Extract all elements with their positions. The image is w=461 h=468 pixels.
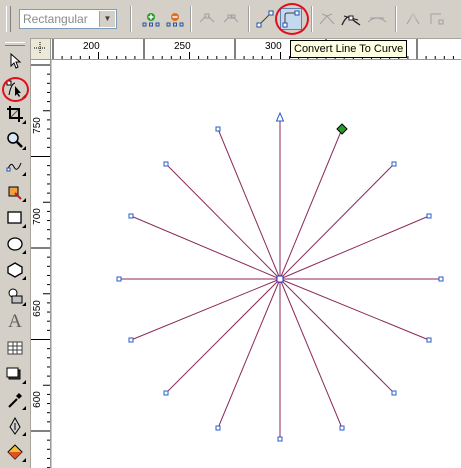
polygon-tool[interactable] — [4, 259, 26, 281]
ruler-label: 700 — [31, 208, 43, 225]
node-handle[interactable] — [163, 161, 169, 167]
basic-shapes-tool[interactable] — [4, 285, 26, 307]
star-line[interactable] — [279, 278, 395, 394]
make-node-symmetrical-button[interactable] — [366, 8, 388, 30]
node-handle[interactable] — [116, 276, 122, 282]
node-handle[interactable] — [438, 276, 444, 282]
center-node[interactable] — [276, 275, 284, 283]
rectangle-tool[interactable] — [4, 207, 26, 229]
star-line[interactable] — [279, 163, 395, 280]
pick-tool[interactable] — [4, 50, 26, 72]
eyedropper-tool[interactable] — [4, 389, 26, 411]
node-handle[interactable] — [426, 213, 432, 219]
node-handle[interactable] — [128, 213, 134, 219]
node-handle[interactable] — [391, 390, 397, 396]
reverse-direction-icon — [406, 12, 420, 25]
toolbar-grip[interactable] — [6, 6, 11, 32]
ruler-label: 750 — [31, 117, 43, 134]
arrow-pointer-icon — [10, 53, 22, 69]
add-node-icon — [142, 13, 160, 27]
crop-tool[interactable] — [4, 103, 26, 125]
ruler-corner[interactable] — [31, 39, 51, 60]
zoom-tool[interactable] — [4, 129, 26, 151]
ruler-label: 600 — [31, 391, 43, 408]
outline-tool[interactable] — [4, 415, 26, 437]
curve-icon — [282, 10, 300, 28]
cusp-icon — [319, 13, 335, 25]
toolbar-separator — [190, 6, 192, 32]
star-line[interactable] — [165, 278, 281, 394]
ruler-label: 250 — [174, 41, 191, 52]
shape-tool[interactable] — [4, 77, 26, 99]
chevron-down-icon[interactable]: ▼ — [99, 11, 115, 27]
text-icon: A — [8, 311, 22, 332]
node-handle[interactable] — [277, 436, 283, 442]
join-nodes-icon — [199, 13, 215, 23]
ruler-origin-icon — [34, 42, 46, 54]
toolbox-grip[interactable] — [5, 42, 25, 46]
star-line[interactable] — [279, 278, 343, 429]
toolbar-separator — [395, 6, 397, 32]
join-nodes-button[interactable] — [196, 8, 218, 30]
break-curve-icon — [223, 14, 239, 23]
node-handle[interactable] — [339, 425, 345, 431]
delete-node-icon — [166, 13, 184, 27]
toolbox: A — [0, 38, 31, 468]
node-handle[interactable] — [163, 390, 169, 396]
shape-mode-select[interactable]: Rectangular ▼ — [19, 9, 117, 29]
ellipse-tool[interactable] — [4, 233, 26, 255]
star-line[interactable] — [217, 278, 281, 429]
break-curve-button[interactable] — [220, 8, 242, 30]
toolbar-separator — [311, 6, 313, 32]
make-node-cusp-button[interactable] — [316, 8, 338, 30]
property-bar: Rectangular ▼ — [0, 0, 461, 39]
star-line[interactable] — [279, 278, 430, 341]
vertical-ruler[interactable]: 750 700 650 600 — [31, 60, 51, 468]
text-tool[interactable]: A — [4, 311, 26, 333]
convert-line-to-curve-button[interactable] — [280, 8, 302, 30]
smart-fill-tool[interactable] — [4, 181, 26, 203]
ruler-label: 650 — [31, 300, 43, 317]
table-icon — [7, 341, 23, 355]
extend-curve-icon — [430, 13, 444, 25]
reverse-direction-button[interactable] — [402, 8, 424, 30]
ruler-label: 200 — [83, 41, 100, 52]
ruler-label: 300 — [265, 41, 282, 52]
drawing-canvas[interactable] — [51, 60, 461, 468]
interactive-tool[interactable] — [4, 363, 26, 385]
node-handle[interactable] — [215, 126, 221, 132]
tooltip: Convert Line To Curve — [290, 40, 408, 58]
node-handle[interactable] — [215, 425, 221, 431]
smooth-icon — [341, 15, 361, 26]
toolbar-separator — [248, 6, 250, 32]
extend-curve-button[interactable] — [426, 8, 448, 30]
table-tool[interactable] — [4, 337, 26, 359]
star-drawing[interactable] — [51, 60, 461, 468]
fill-tool[interactable] — [4, 441, 26, 463]
make-node-smooth-button[interactable] — [340, 8, 362, 30]
shape-mode-value: Rectangular — [23, 12, 88, 26]
delete-node-button[interactable] — [164, 8, 186, 30]
toolbar-separator — [130, 6, 132, 32]
convert-curve-to-line-button[interactable] — [254, 8, 276, 30]
freehand-tool[interactable] — [4, 155, 26, 177]
star-line[interactable] — [165, 163, 281, 280]
node-handle[interactable] — [391, 161, 397, 167]
node-handle[interactable] — [426, 337, 432, 343]
node-handle[interactable] — [128, 337, 134, 343]
symmetrical-icon — [367, 17, 387, 23]
start-node[interactable] — [275, 111, 285, 122]
line-icon — [256, 10, 274, 28]
add-node-button[interactable] — [140, 8, 162, 30]
star-line[interactable] — [130, 278, 281, 341]
selected-node[interactable] — [336, 123, 348, 135]
